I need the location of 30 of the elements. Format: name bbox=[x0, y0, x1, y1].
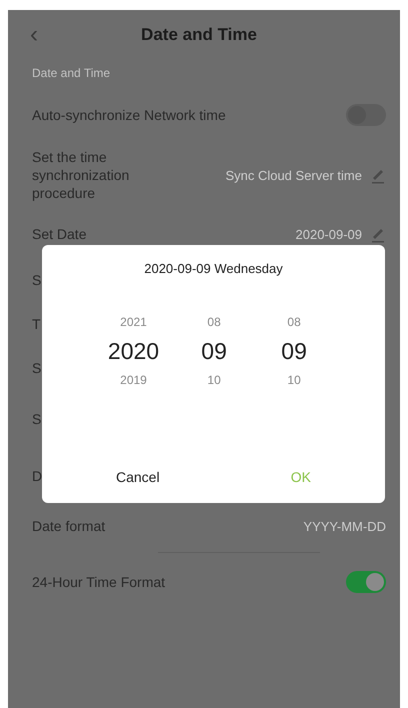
row-value: Sync Cloud Server time bbox=[224, 166, 362, 184]
row-label: S bbox=[32, 271, 42, 289]
row-label: S bbox=[32, 359, 42, 377]
row-label: 24-Hour Time Format bbox=[32, 573, 166, 591]
picker-item[interactable]: 09 bbox=[201, 336, 227, 366]
row-label: T bbox=[32, 315, 41, 333]
row-label: Set Date bbox=[32, 225, 88, 243]
picker-item[interactable]: 08 bbox=[207, 314, 221, 330]
row-value: 2020-09-09 bbox=[294, 226, 362, 242]
picker-item[interactable]: 2019 bbox=[120, 372, 147, 388]
row-value: YYYY-MM-DD bbox=[302, 518, 386, 534]
picker-item[interactable]: 2020 bbox=[108, 336, 160, 366]
row-label: Auto-synchronize Network time bbox=[32, 106, 227, 124]
picker-item[interactable]: 08 bbox=[287, 314, 301, 330]
toggle-switch[interactable] bbox=[346, 571, 386, 593]
section-label: Date and Time bbox=[31, 65, 112, 82]
picker-item[interactable]: 2021 bbox=[120, 314, 147, 330]
page-title: Date and Time bbox=[140, 25, 258, 45]
row-label: S bbox=[32, 410, 42, 428]
picker-item[interactable]: 10 bbox=[207, 372, 221, 388]
back-button[interactable]: ‹ bbox=[24, 21, 44, 49]
row-label: Date format bbox=[32, 517, 106, 535]
row-label: D bbox=[32, 467, 42, 485]
cancel-button[interactable]: Cancel bbox=[112, 465, 164, 489]
row-label: Set the time synchronization procedure bbox=[32, 148, 130, 202]
dialog-title: 2020-09-09 Wednesday bbox=[143, 260, 284, 276]
picker-item[interactable]: 10 bbox=[287, 372, 301, 388]
ok-button[interactable]: OK bbox=[286, 465, 315, 489]
toggle-switch[interactable] bbox=[346, 104, 386, 126]
picker-item[interactable]: 09 bbox=[281, 336, 307, 366]
